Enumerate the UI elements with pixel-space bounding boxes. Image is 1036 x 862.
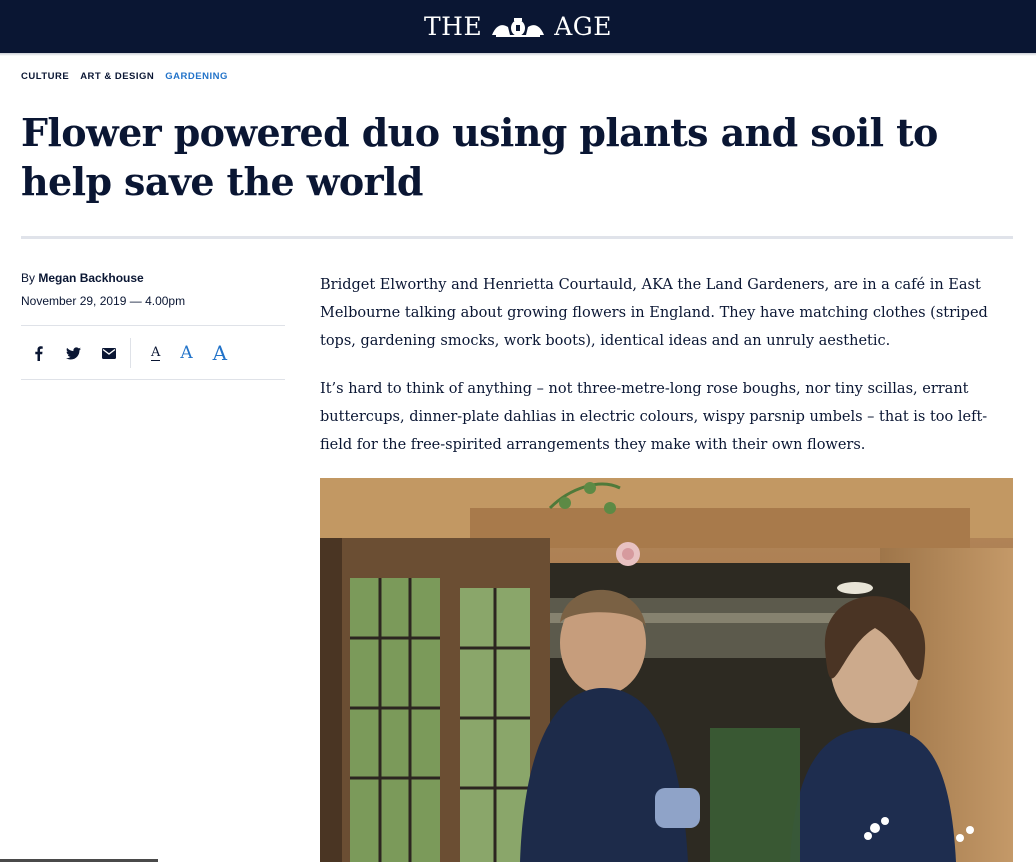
font-size-small-button[interactable]: A	[151, 345, 161, 361]
facebook-icon	[35, 345, 43, 361]
author-link[interactable]: Megan Backhouse	[38, 271, 143, 285]
font-size-large-button[interactable]: A	[213, 341, 227, 365]
breadcrumb-gardening[interactable]: GARDENING	[165, 71, 228, 82]
article-paragraph: It’s hard to think of anything – not thr…	[320, 381, 988, 453]
byline-prefix: By	[21, 271, 36, 285]
breadcrumb-art-design[interactable]: ART & DESIGN	[80, 71, 154, 82]
photo-illustration	[320, 478, 1013, 862]
article-tools: A A A	[21, 337, 285, 369]
byline: By Megan Backhouse	[21, 271, 144, 285]
royal-crest-icon	[492, 17, 545, 37]
masthead-shadow	[0, 53, 1036, 56]
headline-divider	[21, 236, 1013, 239]
article-photo[interactable]	[320, 478, 1013, 862]
article-headline: Flower powered duo using plants and soil…	[21, 110, 938, 204]
share-facebook-button[interactable]	[21, 337, 56, 369]
tools-divider-bottom	[21, 379, 285, 380]
logo-word-the: THE	[423, 12, 483, 41]
the-age-logo[interactable]: THE AGE	[424, 12, 612, 41]
share-twitter-button[interactable]	[56, 337, 91, 369]
article-paragraph: Bridget Elworthy and Henrietta Courtauld…	[320, 277, 988, 349]
tools-divider-top	[21, 325, 285, 326]
masthead: THE AGE	[0, 0, 1036, 53]
share-email-button[interactable]	[91, 337, 126, 369]
publish-date: November 29, 2019 — 4.00pm	[21, 294, 186, 308]
tools-separator	[130, 338, 131, 368]
breadcrumb: CULTURE ART & DESIGN GARDENING	[21, 71, 228, 82]
logo-word-age: AGE	[554, 12, 612, 41]
email-icon	[101, 347, 116, 359]
font-size-medium-button[interactable]: A	[180, 343, 192, 363]
article-body: Bridget Elworthy and Henrietta Courtauld…	[320, 271, 1015, 479]
breadcrumb-culture[interactable]: CULTURE	[21, 71, 69, 82]
twitter-icon	[66, 346, 81, 359]
